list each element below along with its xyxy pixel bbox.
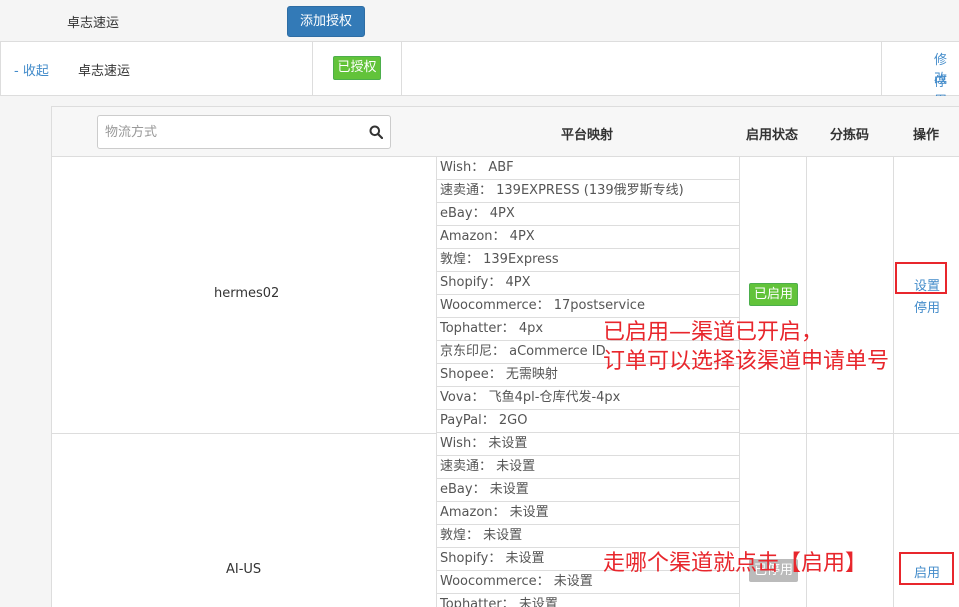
provider-row	[0, 42, 959, 96]
settings-link[interactable]: 设置	[914, 275, 940, 294]
mapping-item: PayPal： 2GO	[436, 410, 740, 433]
mapping-item: Wish： ABF	[436, 157, 740, 180]
divider	[740, 433, 959, 434]
column-header-actions: 操作	[913, 128, 940, 143]
annotation-enable-hint: 走哪个渠道就点击【启用】	[603, 551, 868, 576]
channel-name: AI-US	[226, 562, 262, 577]
divider	[881, 42, 882, 96]
search-box	[97, 115, 391, 149]
mapping-item: 速卖通： 139EXPRESS (139俄罗斯专线)	[436, 180, 740, 203]
search-input[interactable]	[98, 116, 358, 148]
annotation-enabled-line1: 已启用—渠道已开启，	[603, 320, 824, 345]
column-header-status: 启用状态	[746, 128, 799, 143]
mapping-item: Woocommerce： 17postservice	[436, 295, 740, 318]
divider	[401, 42, 402, 96]
divider	[806, 157, 807, 607]
mapping-item: Amazon： 4PX	[436, 226, 740, 249]
mapping-item: Vova： 飞鱼4pl-仓库代发-4px	[436, 387, 740, 410]
auth-status-badge: 已授权	[333, 56, 381, 80]
provider-header-row	[0, 0, 959, 42]
mapping-item: Tophatter： 未设置	[436, 594, 740, 607]
collapse-link[interactable]: - 收起	[14, 60, 49, 79]
mapping-item: Amazon： 未设置	[436, 502, 740, 525]
disable-link[interactable]: 停用	[914, 297, 940, 316]
mapping-item: 速卖通： 未设置	[436, 456, 740, 479]
mapping-item: Shopify： 4PX	[436, 272, 740, 295]
mapping-item: 敦煌： 139Express	[436, 249, 740, 272]
status-badge-enabled: 已启用	[749, 283, 798, 306]
mapping-item: Wish： 未设置	[436, 433, 740, 456]
annotation-enabled-line2: 订单可以选择该渠道申请单号	[603, 349, 890, 374]
channel-name: hermes02	[214, 286, 280, 301]
provider-name: 卓志速运	[78, 64, 131, 79]
divider	[893, 157, 894, 607]
header-provider-name: 卓志速运	[67, 16, 120, 31]
search-icon[interactable]	[369, 125, 383, 139]
divider	[52, 433, 436, 434]
column-header-mapping: 平台映射	[561, 128, 614, 143]
add-auth-button[interactable]: 添加授权	[287, 6, 365, 37]
mapping-item: eBay： 4PX	[436, 203, 740, 226]
column-header-sort-code: 分拣码	[830, 128, 870, 143]
enable-link[interactable]: 启用	[914, 562, 940, 581]
mapping-item: eBay： 未设置	[436, 479, 740, 502]
divider	[312, 42, 313, 96]
mapping-item: 敦煌： 未设置	[436, 525, 740, 548]
